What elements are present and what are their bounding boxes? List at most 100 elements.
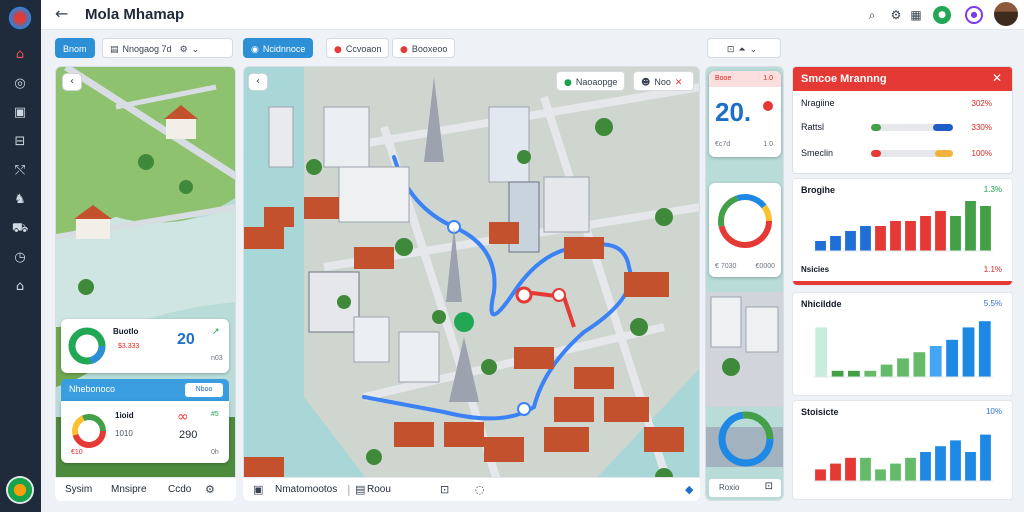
settings-icon[interactable]: ⚙ (887, 6, 905, 24)
metrics-sub-b: €10 (71, 449, 83, 456)
bar-chart-card-1: Brogihe 1.3% Nsicies 1.1% (792, 178, 1013, 286)
app-title: Mola Mhamap (85, 6, 185, 23)
chart-bar (845, 231, 856, 251)
bar-chart-card-2: Nhicildde 5.5% (792, 292, 1013, 396)
home-icon[interactable]: ⌂ (9, 44, 31, 66)
list-icon: ▤ (110, 45, 119, 55)
chart-sub-pct: 1.1% (983, 265, 1002, 274)
metrics-sub-c: 0h (211, 449, 219, 456)
metrics-sub-a: 1010 (115, 429, 133, 438)
chart-bar (965, 201, 976, 251)
chart-bar (978, 321, 991, 377)
tab-mnsipre[interactable]: Mnsipre (111, 484, 147, 495)
stats-row-label: Smeclin (801, 148, 834, 158)
progress-bar (871, 150, 953, 157)
chart-bar (815, 327, 828, 377)
chart-bar (929, 346, 942, 377)
chart-bar (920, 216, 931, 251)
chart-bar (962, 327, 975, 377)
filter-dropdown[interactable]: ▤ Nnogaog 7d ⚙ ⌄ (102, 38, 233, 58)
compass-icon[interactable]: ◎ (9, 73, 31, 95)
chart-bar (946, 339, 958, 377)
bank-icon[interactable]: ⌂ (9, 276, 31, 298)
app-logo-icon[interactable] (7, 5, 33, 31)
chart-bar (890, 221, 901, 251)
status-icon[interactable]: ● (933, 6, 951, 24)
stats-row-pct: 100% (971, 149, 992, 158)
calendar-icon[interactable]: ▣ (253, 483, 263, 496)
chart-bar (860, 226, 871, 251)
chart-bar (950, 216, 961, 251)
back-arrow-icon[interactable]: ← (55, 4, 68, 23)
map-tag-chip[interactable]: ☻ Noo ✕ (633, 71, 695, 91)
donut-card: € 7030 €0000 (709, 183, 781, 277)
info-icon[interactable]: ◆ (685, 483, 693, 496)
bar-chart-card-3: Stoisicte 10% (792, 400, 1013, 500)
truck-icon[interactable]: ⛟ (9, 218, 31, 240)
stats-row-label: Nragiine (801, 98, 835, 108)
kpi-sub-b: 1.0 (763, 141, 773, 148)
chart-bar (875, 469, 886, 481)
map-tools[interactable]: ⊡ ⏶ ⌄ (707, 38, 781, 58)
layers-icon[interactable]: ▤ (355, 483, 365, 496)
refresh-icon[interactable]: ◌ (475, 483, 485, 496)
tab-b[interactable]: ● Booxeoo (392, 38, 456, 58)
kpi-label: Booe (715, 75, 732, 82)
chart-bar (905, 221, 916, 251)
chart-bar (875, 226, 886, 251)
camera-icon[interactable]: ⊡ (765, 481, 773, 492)
card-sub-a: $3.333 (118, 343, 140, 350)
camera-icon[interactable]: ⊡ (440, 483, 449, 496)
close-icon[interactable]: ✕ (992, 71, 1002, 85)
inbox-icon[interactable]: ⊟ (9, 131, 31, 153)
collapse-button[interactable]: ‹ (62, 73, 82, 91)
chart-bar (830, 236, 841, 251)
map-search-chip[interactable]: ● Naoaopge (556, 71, 626, 91)
chart-bar (920, 452, 931, 481)
section-header-label: Nhebonoco (69, 384, 116, 394)
walk-icon[interactable]: ♞ (9, 189, 31, 211)
section-header-button[interactable]: Nboo (185, 383, 223, 397)
layers-button[interactable]: ◉ Ncidnnoce (243, 38, 314, 58)
filter-button[interactable]: Bnom (55, 38, 95, 58)
route-icon[interactable]: ⤲ (9, 160, 31, 182)
right-map-strip: Booe 1.0 20. €c7d 1.0 € 7030 €0000 Roxio… (705, 66, 784, 501)
side-footer: Roxio ⊡ (709, 479, 781, 497)
chart-bar (935, 446, 946, 481)
image-icon[interactable]: ▣ (9, 102, 31, 124)
stats-row-pct: 302% (971, 99, 992, 108)
chart-bar (880, 364, 893, 377)
card-value: 20 (177, 331, 195, 348)
chart-bar (815, 241, 826, 251)
grid-icon[interactable]: ▦ (907, 6, 925, 24)
clock-icon[interactable]: ◷ (9, 247, 31, 269)
stats-panel-title: Smcoe Mrannng (793, 67, 1012, 91)
user-avatar[interactable] (6, 476, 34, 504)
top-bar: ← Mola Mhamap ⌕ ⚙ ▦ ● ● (41, 0, 1024, 30)
metrics-delta: #5 (211, 411, 219, 418)
donut-multi-chart (72, 414, 106, 448)
map-route-label[interactable]: Roou (367, 484, 391, 495)
close-icon: ✕ (674, 78, 683, 88)
ring-chart (718, 411, 774, 467)
person-icon: ☻ (641, 78, 651, 88)
search-icon[interactable]: ⌕ (863, 6, 881, 24)
chart-bar (950, 440, 961, 481)
donut-mini-chart (68, 327, 106, 365)
city-map[interactable] (244, 67, 700, 501)
section-header: Nhebonoco Nboo (61, 379, 229, 401)
map-tool-label[interactable]: Nmatomootos (275, 484, 337, 495)
settings-icon[interactable]: ⚙ (205, 483, 215, 496)
profile-ring-icon[interactable]: ● (965, 6, 983, 24)
chart-bar (905, 457, 916, 481)
tab-ccdo[interactable]: Ccdo (168, 484, 191, 495)
metrics-card: 1ioid ∞ #5 1010 290 €10 0h (61, 401, 229, 463)
tab-a[interactable]: ● Ccvoaon (326, 38, 390, 58)
tab-system[interactable]: Sysim (65, 484, 92, 495)
profile-avatar[interactable] (994, 2, 1018, 26)
collapse-button[interactable]: ‹ (248, 73, 268, 91)
chart-bar (831, 370, 844, 377)
chart-bar (860, 457, 871, 481)
chart-bar (980, 206, 991, 251)
sidebar: ⌂ ◎ ▣ ⊟ ⤲ ♞ ⛟ ◷ ⌂ (0, 0, 41, 512)
